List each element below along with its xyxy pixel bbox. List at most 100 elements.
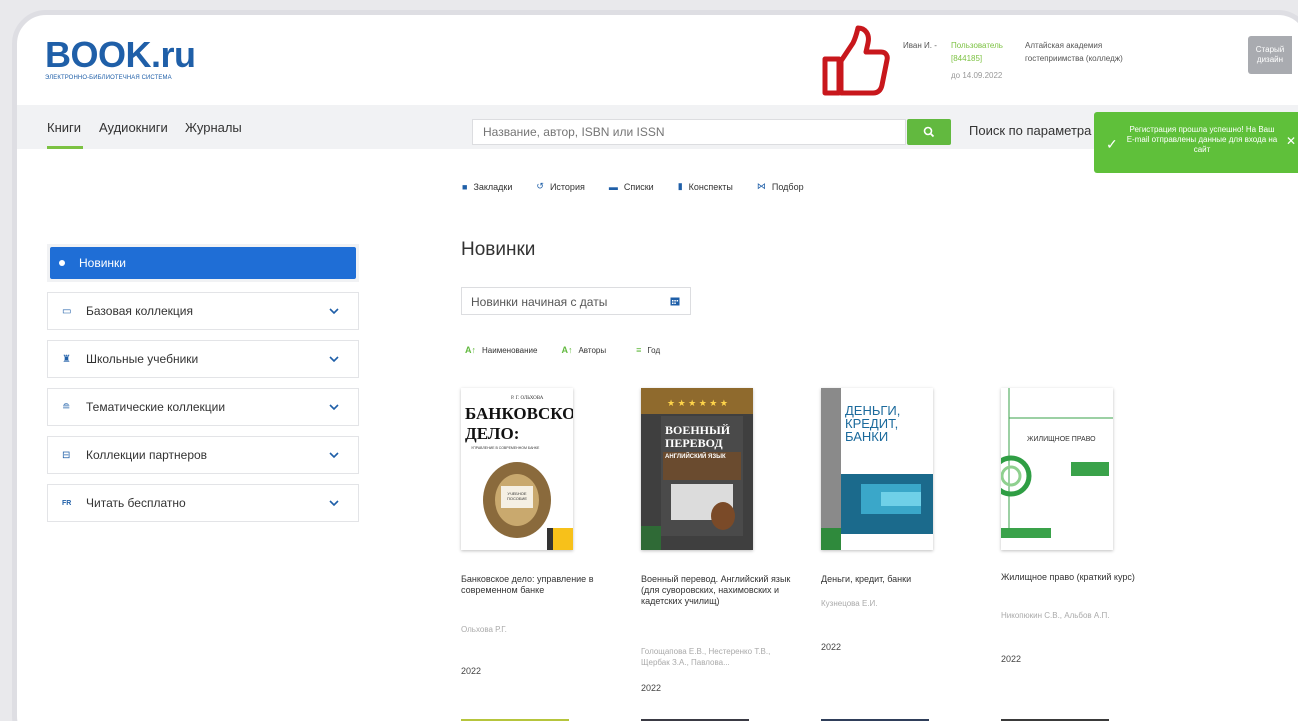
sidebar-item-label: Новинки [79, 256, 126, 270]
logo-subtitle: ЭЛЕКТРОННО-БИБЛИОТЕЧНАЯ СИСТЕМА [45, 75, 172, 81]
old-design-button[interactable]: Старый дизайн [1248, 36, 1292, 74]
user-tools: ■ Закладки ↺ История ▬ Списки ▮ Конспекты ⋈ П… [462, 181, 804, 192]
book-cover[interactable]: Р. Г. ОЛЬХОВА БАНКОВСКОЕ ДЕЛО: УПРАВЛЕНИ… [461, 388, 573, 550]
cover-title: БАНКОВСКОЕ ДЕЛО: [465, 404, 573, 443]
bookmarks-label: Закладки [473, 181, 513, 192]
history-link[interactable]: ↺ История [536, 181, 584, 192]
book-title[interactable]: Военный перевод. Английский язык (для су… [641, 574, 793, 607]
sidebar: Новинки ▭ Базовая коллекция ♜ Школьные у… [47, 244, 359, 532]
cover-title: ЖИЛИЩНОЕ ПРАВО [1027, 436, 1096, 443]
cover-art: ★ ★ ★ ★ ★ ★ [641, 388, 753, 550]
sidebar-item-base-collection[interactable]: ▭ Базовая коллекция [47, 292, 359, 330]
selection-link[interactable]: ⋈ Подбор [757, 181, 804, 192]
cover-badge: УЧЕБНОЕ ПОСОБИЕ [506, 491, 528, 501]
cover-subtitle: АНГЛИЙСКИЙ ЯЗЫК [665, 454, 726, 460]
sidebar-item-label: Читать бесплатно [86, 496, 186, 510]
sidebar-item-partners[interactable]: ⊟ Коллекции партнеров [47, 436, 359, 474]
close-icon[interactable]: ✕ [1286, 134, 1296, 148]
user-id: [844185] [951, 54, 983, 63]
sort-title-label: Наименование [482, 345, 538, 355]
sidebar-item-thematic[interactable]: ≘ Тематические коллекции [47, 388, 359, 426]
thumbs-up-icon [822, 25, 890, 96]
active-tab-indicator [47, 146, 83, 149]
search-input[interactable] [472, 119, 906, 145]
cover-art [1001, 388, 1113, 550]
book-cover[interactable]: ДЕНЬГИ, КРЕДИТ, БАНКИ [821, 388, 933, 550]
selection-icon: ⋈ [756, 181, 766, 191]
date-filter-placeholder: Новинки начиная с даты [471, 295, 608, 309]
tab-books[interactable]: Книги [47, 120, 81, 135]
tab-journals[interactable]: Журналы [185, 120, 242, 135]
chevron-down-icon [329, 404, 339, 411]
school-icon: ♜ [62, 353, 71, 365]
notebook-icon: ▮ [677, 181, 683, 191]
book-title[interactable]: Деньги, кредит, банки [821, 574, 973, 585]
subscription-until: до 14.09.2022 [951, 71, 1003, 80]
notification-text: Регистрация прошла успешно! На Ваш E-mai… [1126, 125, 1278, 154]
book-cover[interactable]: ЖИЛИЩНОЕ ПРАВО [1001, 388, 1113, 550]
sort-controls: A↑ Наименование A↑ Авторы ≡ Год [465, 345, 660, 355]
site-logo[interactable]: BOOK.ru ЭЛЕКТРОННО-БИБЛИОТЕЧНАЯ СИСТЕМА [45, 34, 196, 82]
sort-by-title[interactable]: A↑ Наименование [465, 345, 537, 355]
book-title[interactable]: Банковское дело: управление в современно… [461, 574, 613, 596]
sort-year-label: Год [647, 345, 661, 355]
book-cover[interactable]: ★ ★ ★ ★ ★ ★ ВОЕННЫЙ ПЕРЕВОД АНГЛИЙСКИЙ Я… [641, 388, 753, 550]
bullet-icon [59, 260, 65, 266]
chevron-down-icon [329, 500, 339, 507]
user-name[interactable]: Иван И. - [903, 39, 937, 52]
search-icon [923, 126, 935, 138]
svg-text:★ ★ ★ ★ ★ ★: ★ ★ ★ ★ ★ ★ [667, 398, 728, 408]
list-icon: ▬ [608, 181, 618, 192]
book-author: Ольхова Р.Г. [461, 625, 507, 634]
book-author: Кузнецова Е.И. [821, 599, 878, 608]
sidebar-item-new[interactable]: Новинки [47, 244, 359, 282]
sidebar-item-label: Базовая коллекция [86, 304, 193, 318]
sort-authors-label: Авторы [578, 345, 607, 355]
books-stack-icon: ≘ [62, 401, 71, 413]
book-author: Голощапова Е.В., Нестеренко Т.В., Щербак… [641, 647, 771, 667]
selection-label: Подбор [771, 181, 804, 192]
cover-title: ДЕНЬГИ, КРЕДИТ, БАНКИ [845, 403, 901, 444]
sort-by-authors[interactable]: A↑ Авторы [561, 345, 606, 355]
collection-icon: ▭ [62, 305, 72, 317]
book-year: 2022 [461, 666, 482, 676]
free-icon: FR [62, 499, 72, 507]
sidebar-item-label: Тематические коллекции [86, 400, 226, 414]
partners-icon: ⊟ [62, 449, 71, 461]
sidebar-item-free-read[interactable]: FR Читать бесплатно [47, 484, 359, 522]
check-icon: ✓ [1106, 136, 1118, 152]
notes-link[interactable]: ▮ Конспекты [678, 181, 733, 192]
sidebar-item-school-books[interactable]: ♜ Школьные учебники [47, 340, 359, 378]
calendar-icon[interactable] [670, 296, 680, 306]
sidebar-item-label: Школьные учебники [86, 352, 199, 366]
bookmark-icon: ■ [462, 181, 468, 192]
notes-label: Конспекты [688, 181, 733, 192]
chevron-down-icon [329, 356, 339, 363]
history-icon: ↺ [536, 181, 544, 191]
chevron-down-icon [329, 452, 339, 459]
sidebar-item-label: Коллекции партнеров [86, 448, 208, 462]
sort-lines-icon: ≡ [636, 345, 642, 355]
chevron-down-icon [329, 308, 339, 315]
book-author: Никопюкин С.В., Альбов А.П. [1001, 611, 1110, 620]
logo-text: BOOK.ru [45, 34, 196, 75]
lists-link[interactable]: ▬ Списки [609, 181, 654, 192]
sort-alpha-icon: A↑ [561, 345, 573, 355]
book-title[interactable]: Жилищное право (краткий курс) [1001, 572, 1153, 583]
search-button[interactable] [907, 119, 951, 145]
book-year: 2022 [1001, 654, 1022, 664]
app-window: BOOK.ru ЭЛЕКТРОННО-БИБЛИОТЕЧНАЯ СИСТЕМА … [12, 10, 1298, 721]
lists-label: Списки [623, 181, 654, 192]
bookmarks-link[interactable]: ■ Закладки [462, 181, 512, 192]
cover-author: Р. Г. ОЛЬХОВА [511, 396, 544, 401]
success-notification: ✓ Регистрация прошла успешно! На Ваш E-m… [1094, 112, 1298, 173]
advanced-search-link[interactable]: Поиск по параметра [969, 123, 1091, 138]
date-filter-input[interactable]: Новинки начиная с даты [461, 287, 691, 315]
page-title: Новинки [461, 239, 536, 260]
tab-audiobooks[interactable]: Аудиокниги [99, 120, 168, 135]
history-label: История [549, 181, 585, 192]
cover-subtitle: УПРАВЛЕНИЕ В СОВРЕМЕННОМ БАНКЕ [471, 446, 540, 450]
sort-alpha-icon: A↑ [465, 345, 476, 355]
sort-by-year[interactable]: ≡ Год [636, 345, 660, 355]
organization-name: Алтайская академия гостеприимства (колле… [1025, 41, 1123, 63]
